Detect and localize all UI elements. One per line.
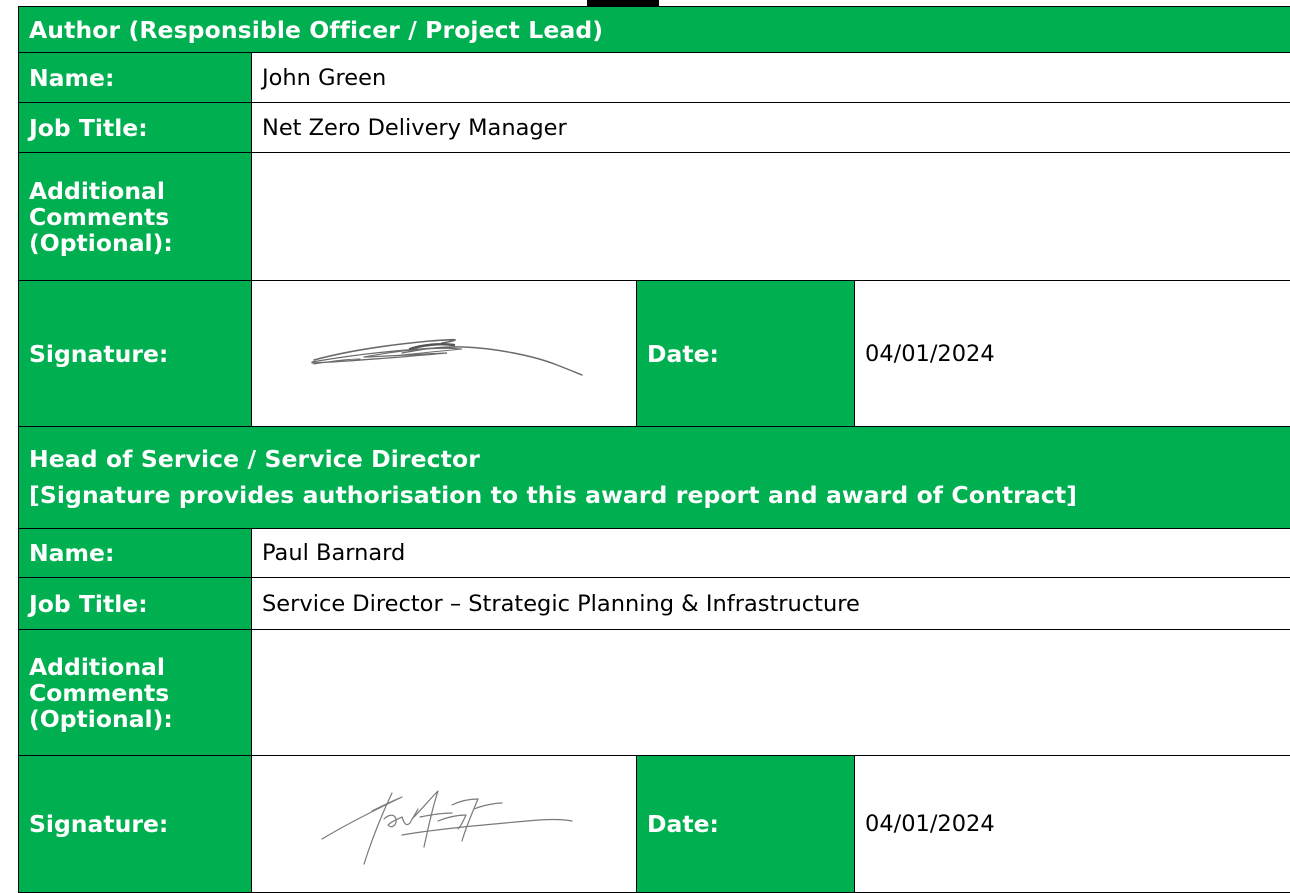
director-section-subtitle: [Signature provides authorisation to thi… <box>29 481 1078 510</box>
author-date-value: 04/01/2024 <box>853 280 1290 428</box>
author-section-title: Author (Responsible Officer / Project Le… <box>17 5 1290 54</box>
director-comments-field <box>250 628 1290 757</box>
director-section-title: Head of Service / Service Director <box>29 445 480 474</box>
author-comments-field <box>250 152 1290 282</box>
director-date-label: Date: <box>636 755 855 893</box>
director-job-title-row: Job Title: Service Director – Strategic … <box>18 577 1290 630</box>
author-name-label: Name: <box>18 52 252 104</box>
director-comments-row: Additional Comments (Optional): <box>18 628 1290 757</box>
director-signature-image <box>251 755 637 893</box>
director-name-value: Paul Barnard <box>250 527 1290 579</box>
director-job-title-value: Service Director – Strategic Planning & … <box>250 577 1290 630</box>
director-name-row: Name: Paul Barnard <box>18 527 1290 579</box>
director-name-label: Name: <box>18 527 252 579</box>
author-section-header: Author (Responsible Officer / Project Le… <box>17 5 1290 54</box>
director-section-heading: Head of Service / Service Director [Sign… <box>17 426 1290 529</box>
author-signature-image <box>251 280 637 428</box>
author-name-value: John Green <box>250 52 1290 104</box>
author-signature-icon <box>311 338 583 376</box>
author-name-row: Name: John Green <box>18 52 1290 104</box>
director-comments-label: Additional Comments (Optional): <box>18 628 252 757</box>
author-comments-label: Additional Comments (Optional): <box>18 152 252 282</box>
director-signature-label: Signature: <box>18 755 252 893</box>
director-signature-icon <box>321 790 573 865</box>
author-job-title-label: Job Title: <box>18 102 252 154</box>
signoff-form: Author (Responsible Officer / Project Le… <box>17 5 1290 893</box>
author-date-label: Date: <box>636 280 855 428</box>
director-job-title-label: Job Title: <box>18 577 252 630</box>
director-signature-row: Signature: Date: 04/01/2024 <box>18 755 1290 893</box>
author-comments-row: Additional Comments (Optional): <box>18 152 1290 282</box>
director-date-value: 04/01/2024 <box>853 755 1290 893</box>
author-job-title-value: Net Zero Delivery Manager <box>250 102 1290 154</box>
director-section-header: Head of Service / Service Director [Sign… <box>17 426 1290 529</box>
author-signature-label: Signature: <box>18 280 252 428</box>
author-job-title-row: Job Title: Net Zero Delivery Manager <box>18 102 1290 154</box>
author-signature-row: Signature: Date: 04/01/2024 <box>18 280 1290 428</box>
